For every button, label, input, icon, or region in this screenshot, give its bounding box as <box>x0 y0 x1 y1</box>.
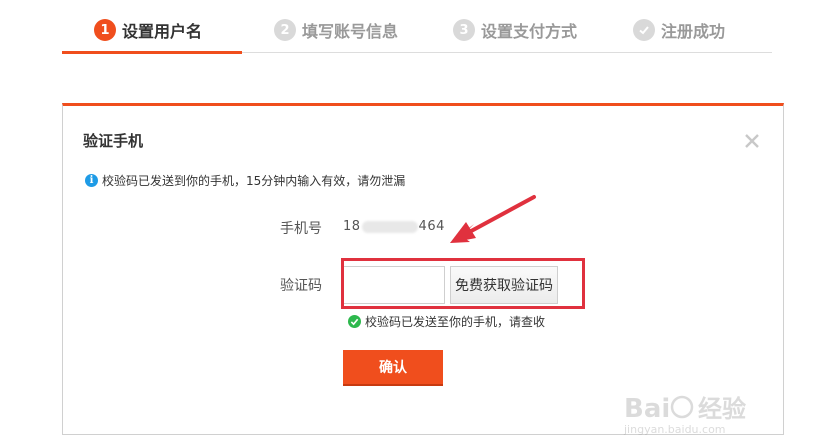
phone-number: 18 464 <box>343 219 445 234</box>
baidu-jingyan-watermark: Bai 经验 jingyan.baidu.com <box>618 385 778 437</box>
step-set-payment: 3 设置支付方式 <box>453 16 577 44</box>
annotation-highlight-box <box>341 258 585 309</box>
step-label: 设置支付方式 <box>481 22 578 41</box>
success-text: 校验码已发送至你的手机，请查收 <box>365 315 546 329</box>
step-label: 设置用户名 <box>122 22 203 41</box>
annotation-arrow-icon <box>450 195 536 243</box>
code-label: 验证码 <box>280 278 322 294</box>
close-icon[interactable] <box>743 132 761 150</box>
phone-label: 手机号 <box>280 221 322 237</box>
success-check-icon <box>348 315 361 328</box>
svg-text:Bai: Bai <box>624 394 670 424</box>
step-number-badge: 3 <box>453 19 475 41</box>
step-set-username: 1 设置用户名 <box>94 16 202 44</box>
svg-text:jingyan.baidu.com: jingyan.baidu.com <box>623 423 726 436</box>
dialog-title: 验证手机 <box>83 132 144 150</box>
step-number-badge: 1 <box>94 19 116 41</box>
step-fill-account-info: 2 填写账号信息 <box>274 16 398 44</box>
step-label: 注册成功 <box>661 22 726 41</box>
svg-text:经验: 经验 <box>698 395 746 423</box>
code-sent-message: 校验码已发送至你的手机，请查收 <box>348 313 545 330</box>
info-icon: i <box>85 174 98 187</box>
registration-steps: 1 设置用户名 2 填写账号信息 3 设置支付方式 注册成功 <box>0 0 818 54</box>
phone-masked-digits <box>361 220 418 233</box>
confirm-button[interactable]: 确认 <box>343 350 443 386</box>
active-step-underline <box>62 51 242 54</box>
info-text: 校验码已发送到你的手机，15分钟内输入有效，请勿泄漏 <box>102 174 406 188</box>
info-message: i 校验码已发送到你的手机，15分钟内输入有效，请勿泄漏 <box>85 172 405 189</box>
watermark-logo-icon: Bai 经验 jingyan.baidu.com <box>623 394 746 436</box>
check-icon <box>633 19 655 41</box>
step-label: 填写账号信息 <box>302 22 399 41</box>
step-register-success: 注册成功 <box>633 16 725 44</box>
step-number-badge: 2 <box>274 19 296 41</box>
phone-prefix: 18 <box>343 219 361 234</box>
